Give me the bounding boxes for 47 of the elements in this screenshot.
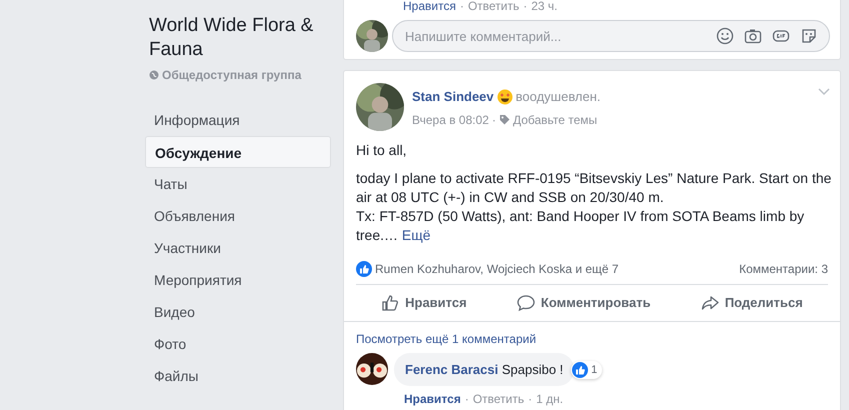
separator-dot: ·	[523, 0, 528, 12]
comment-text: Spapsibo !	[502, 362, 564, 376]
share-icon	[700, 294, 719, 312]
reaction-count[interactable]: 1	[571, 360, 602, 379]
like-button[interactable]: Нравится	[373, 289, 475, 316]
feeling-label: воодушевлен.	[516, 88, 601, 106]
thumbs-up-icon	[381, 294, 400, 312]
sidebar-item[interactable]: Объявления	[145, 200, 331, 232]
separator-dot: ·	[460, 0, 464, 12]
tag-icon	[498, 114, 510, 125]
globe-icon	[149, 70, 159, 80]
like-icon	[356, 261, 372, 277]
sidebar-item[interactable]: Видео	[145, 296, 331, 328]
like-link[interactable]: Нравится	[404, 390, 461, 408]
more-comments-link[interactable]: Посмотреть ещё 1 комментарий	[356, 330, 536, 348]
post-text: Tx: FT-857D (50 Watts), ant: Band Hooper IV from SOTA Beams limb by tree.… Ещё	[356, 207, 806, 245]
sidebar-item[interactable]: Фото	[145, 328, 331, 360]
comment-time: 1 дн.	[536, 391, 564, 408]
sidebar-item[interactable]: Чаты	[145, 168, 331, 200]
sidebar-item[interactable]: Информация	[145, 104, 331, 136]
post-text: Hi to all,	[356, 141, 408, 160]
share-button[interactable]: Поделиться	[692, 289, 811, 316]
commenter-name[interactable]: Ferenc Baracsi	[405, 362, 498, 376]
speech-bubble-icon	[516, 294, 535, 312]
sidebar-item[interactable]: Мероприятия	[145, 264, 331, 296]
separator-dot: ·	[528, 391, 532, 408]
sidebar-item[interactable]: Файлы	[145, 360, 331, 392]
smiley-icon[interactable]	[716, 27, 734, 45]
starry-eyed-emoji-icon	[496, 88, 513, 105]
post-text: today I plane to activate RFF-0195 “Bitsevskiy Les” Nature Park. Start on the air at 08 UTC (+-) in CW and SSB on 20/30/40 m.	[356, 169, 832, 207]
see-more-link[interactable]: Ещё	[402, 227, 431, 243]
comment-time: 23 ч.	[531, 0, 558, 12]
separator-dot: ·	[492, 112, 496, 128]
sticker-icon[interactable]	[800, 27, 818, 45]
privacy-label: Общедоступная группа	[162, 67, 302, 84]
comments-count[interactable]: Комментарии: 3	[739, 260, 828, 278]
likers-link[interactable]: Rumen Kozhuharov, Wojciech Koska и ещё 7	[375, 260, 619, 278]
comment-button[interactable]: Комментировать	[508, 289, 659, 316]
camera-icon[interactable]	[744, 27, 762, 45]
like-link[interactable]: Нравится	[403, 0, 456, 12]
sidebar-item[interactable]: Обсуждение	[145, 136, 331, 168]
separator-dot: ·	[464, 391, 469, 408]
like-icon	[572, 362, 588, 378]
comment-field[interactable]: Напишите комментарий...	[392, 20, 830, 52]
group-name: World Wide Flora & Fauna	[148, 14, 314, 62]
author-name[interactable]: Stan Sindeev	[412, 87, 494, 106]
sidebar-item[interactable]: Участники	[145, 232, 331, 264]
